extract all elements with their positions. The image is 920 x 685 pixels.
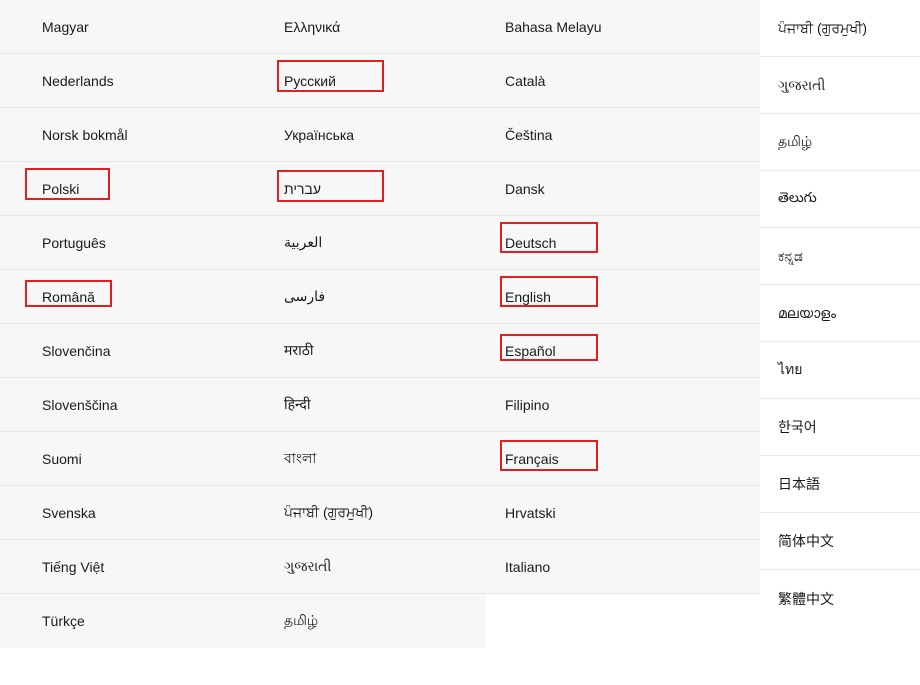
language-column-2: Ελληνικά Русский Українська עברית العربي… [270,0,485,648]
language-option[interactable]: Polski [0,162,270,216]
language-option[interactable]: Norsk bokmål [0,108,270,162]
language-option[interactable]: Català [485,54,760,108]
language-option[interactable]: Svenska [0,486,270,540]
language-option[interactable]: Čeština [485,108,760,162]
language-option[interactable]: தமிழ் [760,114,920,171]
language-option[interactable]: Slovenčina [0,324,270,378]
language-option[interactable]: Русский [270,54,485,108]
language-option[interactable]: ગુજરાતી [760,57,920,114]
language-option[interactable]: മലയാളം [760,285,920,342]
language-option[interactable]: Italiano [485,540,760,594]
language-option-empty [485,594,760,648]
language-option[interactable]: Tiếng Việt [0,540,270,594]
language-option[interactable]: עברית [270,162,485,216]
language-option[interactable]: Español [485,324,760,378]
language-option[interactable]: 简体中文 [760,513,920,570]
language-option[interactable]: 繁體中文 [760,570,920,627]
language-option[interactable]: Dansk [485,162,760,216]
language-option[interactable]: Türkçe [0,594,270,648]
language-option[interactable]: 日本語 [760,456,920,513]
language-column-3: Bahasa Melayu Català Čeština Dansk Deuts… [485,0,760,648]
language-option[interactable]: 한국어 [760,399,920,456]
language-option[interactable]: Deutsch [485,216,760,270]
language-option[interactable]: বাংলা [270,432,485,486]
language-option[interactable]: Ελληνικά [270,0,485,54]
language-option[interactable]: Français [485,432,760,486]
language-option[interactable]: Slovenščina [0,378,270,432]
language-option[interactable]: العربية [270,216,485,270]
language-column-1: Magyar Nederlands Norsk bokmål Polski Po… [0,0,270,648]
language-option[interactable]: Magyar [0,0,270,54]
language-option[interactable]: ਪੰਜਾਬੀ (ਗੁਰਮੁਖੀ) [760,0,920,57]
language-option[interactable]: ਪੰਜਾਬੀ (ਗੁਰਮੁਖੀ) [270,486,485,540]
language-grid: Magyar Nederlands Norsk bokmål Polski Po… [0,0,920,648]
language-option[interactable]: Українська [270,108,485,162]
language-option[interactable]: ไทย [760,342,920,399]
language-option[interactable]: Hrvatski [485,486,760,540]
language-option[interactable]: English [485,270,760,324]
language-option[interactable]: Português [0,216,270,270]
language-column-4: ਪੰਜਾਬੀ (ਗੁਰਮੁਖੀ) ગુજરાતી தமிழ் తెలుగు ಕನ… [760,0,920,648]
language-option[interactable]: Bahasa Melayu [485,0,760,54]
language-option[interactable]: ગુજરાતી [270,540,485,594]
language-option[interactable]: Nederlands [0,54,270,108]
language-option[interactable]: मराठी [270,324,485,378]
language-option[interactable]: Filipino [485,378,760,432]
language-option[interactable]: ಕನ್ನಡ [760,228,920,285]
language-option[interactable]: తెలుగు [760,171,920,228]
language-option[interactable]: தமிழ் [270,594,485,648]
language-option[interactable]: فارسی [270,270,485,324]
language-option[interactable]: हिन्दी [270,378,485,432]
language-option[interactable]: Română [0,270,270,324]
language-option[interactable]: Suomi [0,432,270,486]
